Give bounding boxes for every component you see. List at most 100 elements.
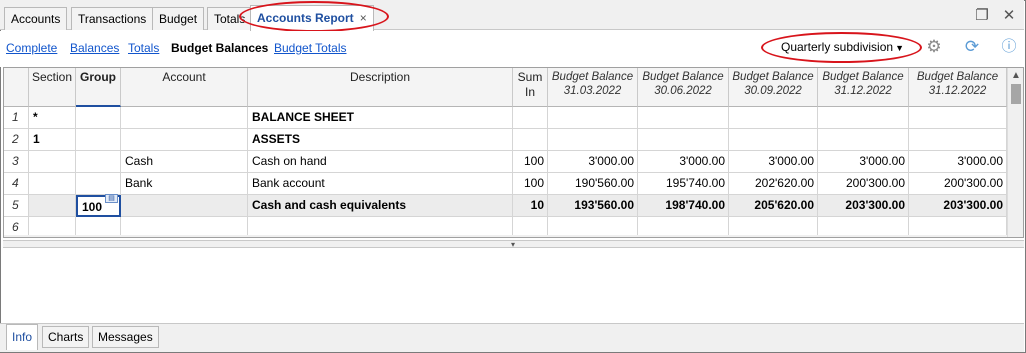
cell-budget-balance[interactable]: 3'000.00 [818, 151, 909, 173]
cell-sumin[interactable] [513, 107, 548, 129]
link-complete[interactable]: Complete [6, 41, 57, 55]
cell-budget-balance[interactable] [548, 107, 638, 129]
link-totals[interactable]: Totals [128, 41, 159, 55]
link-balances[interactable]: Balances [70, 41, 119, 55]
scroll-right-icon[interactable]: › [994, 236, 998, 237]
column-header-section[interactable]: Section [29, 68, 76, 107]
cell-budget-balance[interactable]: 200'300.00 [818, 173, 909, 195]
cell-num: 5 [4, 195, 29, 217]
close-icon[interactable]: × [360, 11, 367, 25]
cell-budget-balance[interactable]: 3'000.00 [729, 151, 818, 173]
cell-budget-balance[interactable] [638, 107, 729, 129]
column-header-budget-label: Budget Balance [642, 71, 724, 83]
vertical-scrollbar[interactable]: ▲ [1007, 68, 1023, 237]
tab-accounts-report[interactable]: Accounts Report × [250, 5, 374, 31]
refresh-icon[interactable]: ⟳ [962, 37, 982, 57]
cell-account[interactable] [121, 107, 248, 129]
column-header-date: 31.12.2022 [928, 85, 987, 97]
vertical-scroll-thumb[interactable] [1011, 84, 1021, 104]
close-window-icon[interactable]: ✕ [1000, 7, 1018, 25]
tab-charts[interactable]: Charts [42, 326, 90, 348]
tab-info[interactable]: Info [6, 324, 39, 350]
cell-section[interactable]: * [29, 107, 76, 129]
corner-header [4, 68, 29, 107]
cell-account[interactable] [121, 195, 248, 217]
cell-budget-balance[interactable]: 202'620.00 [729, 173, 818, 195]
splitter-grip-icon: ▾ [511, 240, 516, 249]
cell-budget-balance[interactable]: 3'000.00 [909, 151, 1007, 173]
cell-budget-balance[interactable] [818, 107, 909, 129]
cell-sumin[interactable]: 100 [513, 151, 548, 173]
cell-sumin[interactable] [513, 129, 548, 151]
cell-budget-balance[interactable] [729, 129, 818, 151]
cell-budget-balance[interactable]: 205'620.00 [729, 195, 818, 217]
cell-sumin[interactable]: 10 [513, 195, 548, 217]
panel-splitter[interactable]: ▾ [3, 240, 1024, 249]
tab-totals[interactable]: Totals [207, 7, 253, 30]
cell-budget-balance[interactable]: 190'560.00 [548, 173, 638, 195]
cell-section[interactable] [29, 151, 76, 173]
cell-budget-balance[interactable]: 3'000.00 [548, 151, 638, 173]
column-header-budget-balance-5[interactable]: Budget Balance 31.12.2022 [909, 68, 1007, 107]
subdivision-dropdown[interactable]: Quarterly subdivision ▼ [781, 40, 904, 54]
help-icon[interactable]: ⓘ [999, 37, 1019, 57]
cell-section[interactable] [29, 173, 76, 195]
cell-group[interactable] [76, 129, 121, 151]
cell-budget-balance[interactable]: 193'560.00 [548, 195, 638, 217]
cell-description[interactable]: BALANCE SHEET [248, 107, 513, 129]
tab-accounts-report-label: Accounts Report [257, 11, 354, 25]
scroll-left-icon[interactable]: ‹ [7, 236, 11, 237]
cell-budget-balance[interactable]: 200'300.00 [909, 173, 1007, 195]
bottom-tab-strip: Info Charts Messages [0, 323, 1024, 352]
cell-budget-balance[interactable] [638, 129, 729, 151]
cell-budget-balance[interactable] [729, 107, 818, 129]
link-budget-totals[interactable]: Budget Totals [274, 41, 347, 55]
cell-group[interactable] [76, 107, 121, 129]
cell-edit-icon[interactable]: ▤ [105, 194, 118, 203]
cell-budget-balance[interactable] [818, 129, 909, 151]
column-header-budget-label: Budget Balance [822, 71, 904, 83]
cell-budget-balance[interactable] [909, 129, 1007, 151]
cell-budget-balance[interactable]: 203'300.00 [818, 195, 909, 217]
cell-group[interactable] [76, 173, 121, 195]
cell-group[interactable] [76, 151, 121, 173]
cell-description[interactable]: ASSETS [248, 129, 513, 151]
cell-budget-balance[interactable]: 3'000.00 [638, 151, 729, 173]
subdivision-label: Quarterly subdivision [781, 40, 894, 54]
horizontal-scrollbar[interactable]: ‹ › [4, 235, 1007, 237]
document-tab-strip: Accounts Transactions Budget Totals Acco… [0, 0, 1024, 31]
column-header-account[interactable]: Account [121, 68, 248, 107]
report-view-bar: Complete Balances Totals Budget Balances… [0, 31, 1024, 67]
cell-account[interactable]: Cash [121, 151, 248, 173]
column-header-description[interactable]: Description [248, 68, 513, 107]
cell-budget-balance[interactable]: 195'740.00 [638, 173, 729, 195]
cell-budget-balance[interactable]: 203'300.00 [909, 195, 1007, 217]
cell-num: 1 [4, 107, 29, 129]
cell-budget-balance[interactable] [909, 107, 1007, 129]
cell-description[interactable]: Cash and cash equivalents [248, 195, 513, 217]
cell-account[interactable]: Bank [121, 173, 248, 195]
column-header-group[interactable]: Group [76, 68, 121, 107]
cell-budget-balance[interactable]: 198'740.00 [638, 195, 729, 217]
cell-budget-balance[interactable] [548, 129, 638, 151]
cell-account[interactable] [121, 129, 248, 151]
column-header-budget-balance-2[interactable]: Budget Balance 30.06.2022 [638, 68, 729, 107]
column-header-budget-balance-1[interactable]: Budget Balance 31.03.2022 [548, 68, 638, 107]
column-header-budget-balance-4[interactable]: Budget Balance 31.12.2022 [818, 68, 909, 107]
restore-window-icon[interactable]: ❐ [973, 7, 991, 25]
gear-icon[interactable]: ⚙ [924, 37, 944, 57]
column-header-sumin[interactable]: Sum In [513, 68, 548, 107]
tab-messages[interactable]: Messages [92, 326, 159, 348]
cell-description[interactable]: Bank account [248, 173, 513, 195]
cell-sumin[interactable]: 100 [513, 173, 548, 195]
column-header-budget-balance-3[interactable]: Budget Balance 30.09.2022 [729, 68, 818, 107]
cell-section[interactable]: 1 [29, 129, 76, 151]
scroll-up-icon[interactable]: ▲ [1011, 70, 1021, 81]
tab-budget[interactable]: Budget [152, 7, 205, 30]
tab-transactions[interactable]: Transactions [71, 7, 154, 30]
tab-accounts[interactable]: Accounts [4, 7, 68, 30]
column-header-date: 30.09.2022 [744, 85, 802, 97]
cell-section[interactable] [29, 195, 76, 217]
cell-description[interactable]: Cash on hand [248, 151, 513, 173]
link-budget-balances[interactable]: Budget Balances [171, 41, 268, 55]
